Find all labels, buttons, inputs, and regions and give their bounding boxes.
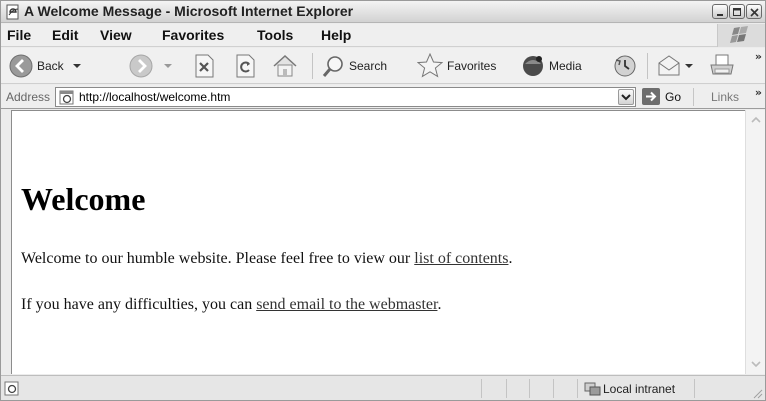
- window-controls: [712, 4, 762, 20]
- home-button[interactable]: [272, 52, 298, 80]
- stop-button[interactable]: [193, 52, 215, 80]
- menu-view[interactable]: View: [100, 27, 132, 43]
- address-bar: Address http://localhost/welcome.htm Go …: [1, 85, 765, 109]
- go-arrow-icon: [646, 91, 657, 102]
- vertical-scrollbar[interactable]: [745, 110, 765, 374]
- status-pane: [694, 379, 695, 398]
- history-button[interactable]: [613, 52, 637, 80]
- resize-grip-icon[interactable]: [751, 387, 763, 399]
- status-pane: [553, 379, 554, 398]
- ie-page-icon: [6, 4, 19, 20]
- page-viewport: [11, 110, 746, 374]
- paragraph-difficulties: If you have any difficulties, you can se…: [21, 296, 441, 314]
- go-button[interactable]: [642, 88, 660, 105]
- mail-dropdown-icon[interactable]: [684, 61, 694, 71]
- paragraph-welcome-end: .: [508, 250, 513, 267]
- go-label[interactable]: Go: [665, 90, 681, 104]
- webmaster-email-link[interactable]: send email to the webmaster: [256, 296, 437, 313]
- address-url: http://localhost/welcome.htm: [79, 90, 231, 104]
- standard-toolbar: Back Search Favorites Media »: [1, 48, 765, 84]
- address-dropdown-button[interactable]: [618, 89, 634, 105]
- address-label: Address: [6, 90, 51, 104]
- links-separator: [693, 88, 694, 106]
- search-button[interactable]: Search: [321, 52, 387, 80]
- browser-window: A Welcome Message - Microsoft Internet E…: [0, 0, 766, 401]
- back-arrow-icon: [9, 54, 33, 78]
- forward-dropdown-icon[interactable]: [161, 61, 175, 71]
- toolbar-overflow-chevron-icon[interactable]: »: [755, 50, 762, 63]
- minimize-icon: [717, 14, 723, 16]
- menu-file[interactable]: File: [7, 27, 31, 43]
- windows-logo: [717, 24, 765, 47]
- forward-arrow-icon: [129, 54, 153, 78]
- search-label: Search: [349, 59, 388, 73]
- paragraph-difficulties-end: .: [437, 296, 442, 313]
- status-pane: [529, 379, 530, 398]
- address-input[interactable]: http://localhost/welcome.htm: [55, 87, 636, 107]
- menu-tools[interactable]: Tools: [257, 27, 293, 43]
- maximize-button[interactable]: [729, 4, 745, 19]
- forward-button[interactable]: [129, 52, 175, 80]
- status-pane: [506, 379, 507, 398]
- home-icon: [273, 54, 297, 77]
- stop-icon: [195, 54, 214, 78]
- menu-help[interactable]: Help: [321, 27, 351, 43]
- history-clock-icon: [614, 55, 636, 77]
- close-icon: [750, 8, 759, 17]
- page-status-icon: [4, 381, 19, 396]
- ie-page-icon: [59, 90, 74, 105]
- back-button[interactable]: Back: [9, 52, 84, 80]
- back-label: Back: [37, 59, 64, 73]
- page-heading: Welcome: [21, 181, 146, 217]
- toolbar-separator: [647, 53, 648, 79]
- toolbar-separator: [312, 53, 313, 79]
- close-button[interactable]: [746, 4, 762, 19]
- links-overflow-chevron-icon[interactable]: »: [755, 86, 762, 99]
- media-icon: [523, 56, 543, 76]
- media-button[interactable]: Media: [521, 52, 582, 80]
- maximize-icon: [733, 8, 741, 16]
- menu-edit[interactable]: Edit: [52, 27, 78, 43]
- mail-envelope-icon: [658, 55, 680, 76]
- favorites-label: Favorites: [447, 59, 497, 73]
- refresh-icon: [236, 54, 255, 78]
- favorites-button[interactable]: Favorites: [417, 52, 496, 80]
- windows-flag-icon: [730, 26, 748, 43]
- scroll-up-arrow-icon[interactable]: [749, 113, 763, 127]
- printer-icon: [710, 54, 734, 75]
- links-button[interactable]: Links: [711, 90, 739, 104]
- chevron-down-icon: [621, 94, 631, 101]
- print-button[interactable]: [709, 52, 735, 80]
- paragraph-difficulties-text: If you have any difficulties, you can: [21, 296, 257, 313]
- status-pane: [577, 379, 578, 398]
- local-intranet-icon: [584, 382, 601, 396]
- mail-button[interactable]: [656, 52, 694, 80]
- window-title: A Welcome Message - Microsoft Internet E…: [24, 3, 354, 19]
- status-pane: [481, 379, 482, 398]
- refresh-button[interactable]: [234, 52, 256, 80]
- title-bar[interactable]: A Welcome Message - Microsoft Internet E…: [1, 1, 765, 23]
- media-label: Media: [549, 59, 582, 73]
- minimize-button[interactable]: [712, 4, 728, 19]
- menu-favorites[interactable]: Favorites: [162, 27, 224, 43]
- paragraph-welcome-text: Welcome to our humble website. Please fe…: [21, 250, 415, 267]
- search-magnifier-icon: [322, 56, 343, 77]
- back-dropdown-icon[interactable]: [70, 61, 84, 71]
- contents-link[interactable]: list of contents: [414, 250, 508, 267]
- scroll-down-arrow-icon[interactable]: [749, 357, 763, 371]
- menu-bar: File Edit View Favorites Tools Help: [1, 24, 765, 47]
- security-zone-label: Local intranet: [603, 382, 676, 396]
- paragraph-welcome: Welcome to our humble website. Please fe…: [21, 250, 512, 268]
- status-bar: Local intranet: [1, 375, 765, 400]
- favorites-star-icon: [417, 53, 443, 78]
